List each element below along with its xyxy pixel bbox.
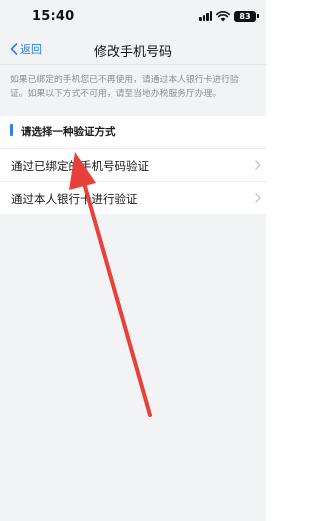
- status-bar: 15:40 83: [0, 0, 266, 34]
- signal-icon: [199, 11, 212, 21]
- nav-bar: 返回 修改手机号码: [0, 34, 266, 64]
- option-bound-phone[interactable]: 通过已绑定的手机号码验证: [0, 148, 266, 181]
- wifi-icon: [216, 10, 230, 21]
- battery-icon: 83: [234, 10, 259, 22]
- notice-text: 如果已绑定的手机您已不再使用，请通过本人银行卡进行验证。如果以下方式不可用，请至…: [10, 75, 239, 99]
- option-label: 通过本人银行卡进行验证: [11, 192, 138, 206]
- chevron-right-icon: [255, 160, 261, 170]
- chevron-right-icon: [255, 193, 261, 203]
- empty-content-area: [0, 214, 266, 521]
- section-accent-bar: [10, 124, 13, 136]
- option-bank-card[interactable]: 通过本人银行卡进行验证: [0, 181, 266, 215]
- option-label: 通过已绑定的手机号码验证: [11, 159, 149, 173]
- page-title: 修改手机号码: [93, 45, 172, 60]
- status-icons: 83: [199, 9, 259, 23]
- section-title: 请选择一种验证方式: [21, 126, 116, 138]
- notice-panel: 如果已绑定的手机您已不再使用，请通过本人银行卡进行验证。如果以下方式不可用，请至…: [0, 64, 266, 106]
- status-time: 15:40: [32, 9, 75, 24]
- section-gap: [0, 106, 266, 116]
- section-header: 请选择一种验证方式: [0, 116, 266, 146]
